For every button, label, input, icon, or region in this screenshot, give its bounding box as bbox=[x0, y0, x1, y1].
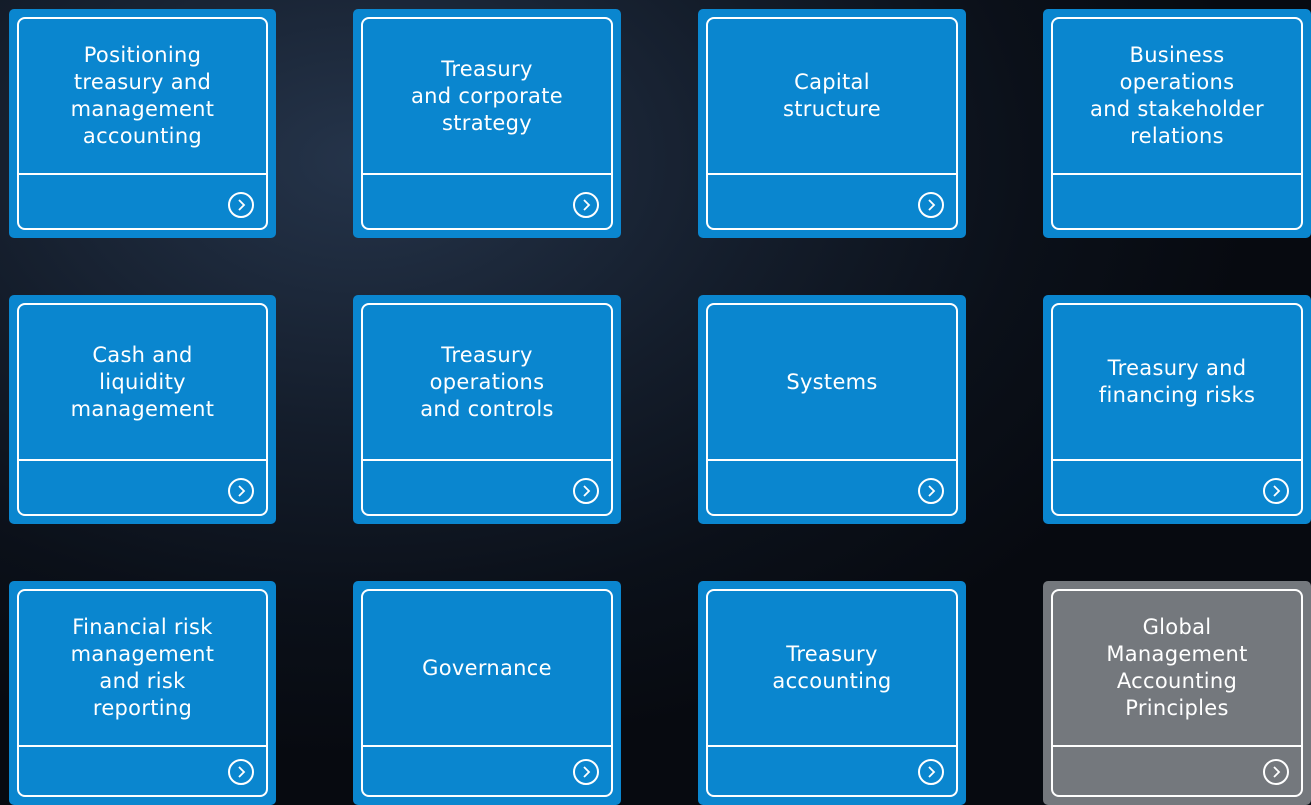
chevron-right-circle-icon[interactable] bbox=[918, 192, 944, 218]
chevron-right-circle-icon[interactable] bbox=[573, 192, 599, 218]
tile-frame: Treasury and corporate strategy bbox=[361, 17, 613, 230]
tile-title: Capital structure bbox=[783, 70, 881, 121]
tile-frame: Positioning treasury and management acco… bbox=[17, 17, 268, 230]
tile-treasury-financing-risks[interactable]: Treasury and financing risks bbox=[1043, 295, 1311, 524]
tile-divider bbox=[19, 173, 266, 175]
tile-treasury-operations[interactable]: Treasury operations and controls bbox=[353, 295, 621, 524]
tile-title: Systems bbox=[786, 369, 878, 394]
tile-divider bbox=[708, 745, 956, 747]
tile-frame: Treasury accounting bbox=[706, 589, 958, 797]
tile-divider bbox=[1053, 459, 1301, 461]
tile-divider bbox=[708, 459, 956, 461]
tile-title: Financial risk management and risk repor… bbox=[70, 615, 215, 720]
tile-frame: Business operations and stakeholder rela… bbox=[1051, 17, 1303, 230]
tile-divider bbox=[19, 745, 266, 747]
tile-divider bbox=[363, 745, 611, 747]
tile-title: Governance bbox=[422, 655, 552, 680]
tile-divider bbox=[708, 173, 956, 175]
chevron-right-circle-icon[interactable] bbox=[573, 759, 599, 785]
tile-positioning-treasury[interactable]: Positioning treasury and management acco… bbox=[9, 9, 276, 238]
chevron-right-circle-icon[interactable] bbox=[228, 192, 254, 218]
tile-cash-liquidity[interactable]: Cash and liquidity management bbox=[9, 295, 276, 524]
chevron-right-circle-icon[interactable] bbox=[228, 478, 254, 504]
tile-divider bbox=[363, 173, 611, 175]
tile-frame: Capital structure bbox=[706, 17, 958, 230]
tile-title: Treasury and corporate strategy bbox=[411, 56, 563, 135]
tile-divider bbox=[19, 459, 266, 461]
tile-title: Cash and liquidity management bbox=[70, 342, 215, 421]
tile-divider bbox=[1053, 173, 1301, 175]
tile-frame: Governance bbox=[361, 589, 613, 797]
tile-frame: Treasury operations and controls bbox=[361, 303, 613, 516]
tile-frame: Systems bbox=[706, 303, 958, 516]
tile-systems[interactable]: Systems bbox=[698, 295, 966, 524]
tile-treasury-corporate-strategy[interactable]: Treasury and corporate strategy bbox=[353, 9, 621, 238]
tile-frame: Financial risk management and risk repor… bbox=[17, 589, 268, 797]
tile-divider bbox=[1053, 745, 1301, 747]
tile-treasury-accounting[interactable]: Treasury accounting bbox=[698, 581, 966, 805]
tile-title: Treasury operations and controls bbox=[420, 342, 554, 421]
tile-title: Treasury and financing risks bbox=[1098, 356, 1256, 407]
tile-global-management-accounting-principles[interactable]: Global Management Accounting Principles bbox=[1043, 581, 1311, 805]
tile-frame: Cash and liquidity management bbox=[17, 303, 268, 516]
chevron-right-circle-icon[interactable] bbox=[1263, 759, 1289, 785]
tile-business-operations[interactable]: Business operations and stakeholder rela… bbox=[1043, 9, 1311, 238]
chevron-right-circle-icon[interactable] bbox=[228, 759, 254, 785]
chevron-right-circle-icon[interactable] bbox=[573, 478, 599, 504]
tile-frame: Global Management Accounting Principles bbox=[1051, 589, 1303, 797]
tile-title: Business operations and stakeholder rela… bbox=[1090, 43, 1264, 148]
tile-governance[interactable]: Governance bbox=[353, 581, 621, 805]
tile-divider bbox=[363, 459, 611, 461]
tile-title: Positioning treasury and management acco… bbox=[70, 43, 215, 148]
tile-frame: Treasury and financing risks bbox=[1051, 303, 1303, 516]
chevron-right-circle-icon[interactable] bbox=[918, 478, 944, 504]
chevron-right-circle-icon[interactable] bbox=[918, 759, 944, 785]
tile-title: Treasury accounting bbox=[772, 642, 892, 693]
tile-capital-structure[interactable]: Capital structure bbox=[698, 9, 966, 238]
tile-title: Global Management Accounting Principles bbox=[1106, 615, 1248, 720]
chevron-right-circle-icon[interactable] bbox=[1263, 478, 1289, 504]
tile-financial-risk-management[interactable]: Financial risk management and risk repor… bbox=[9, 581, 276, 805]
